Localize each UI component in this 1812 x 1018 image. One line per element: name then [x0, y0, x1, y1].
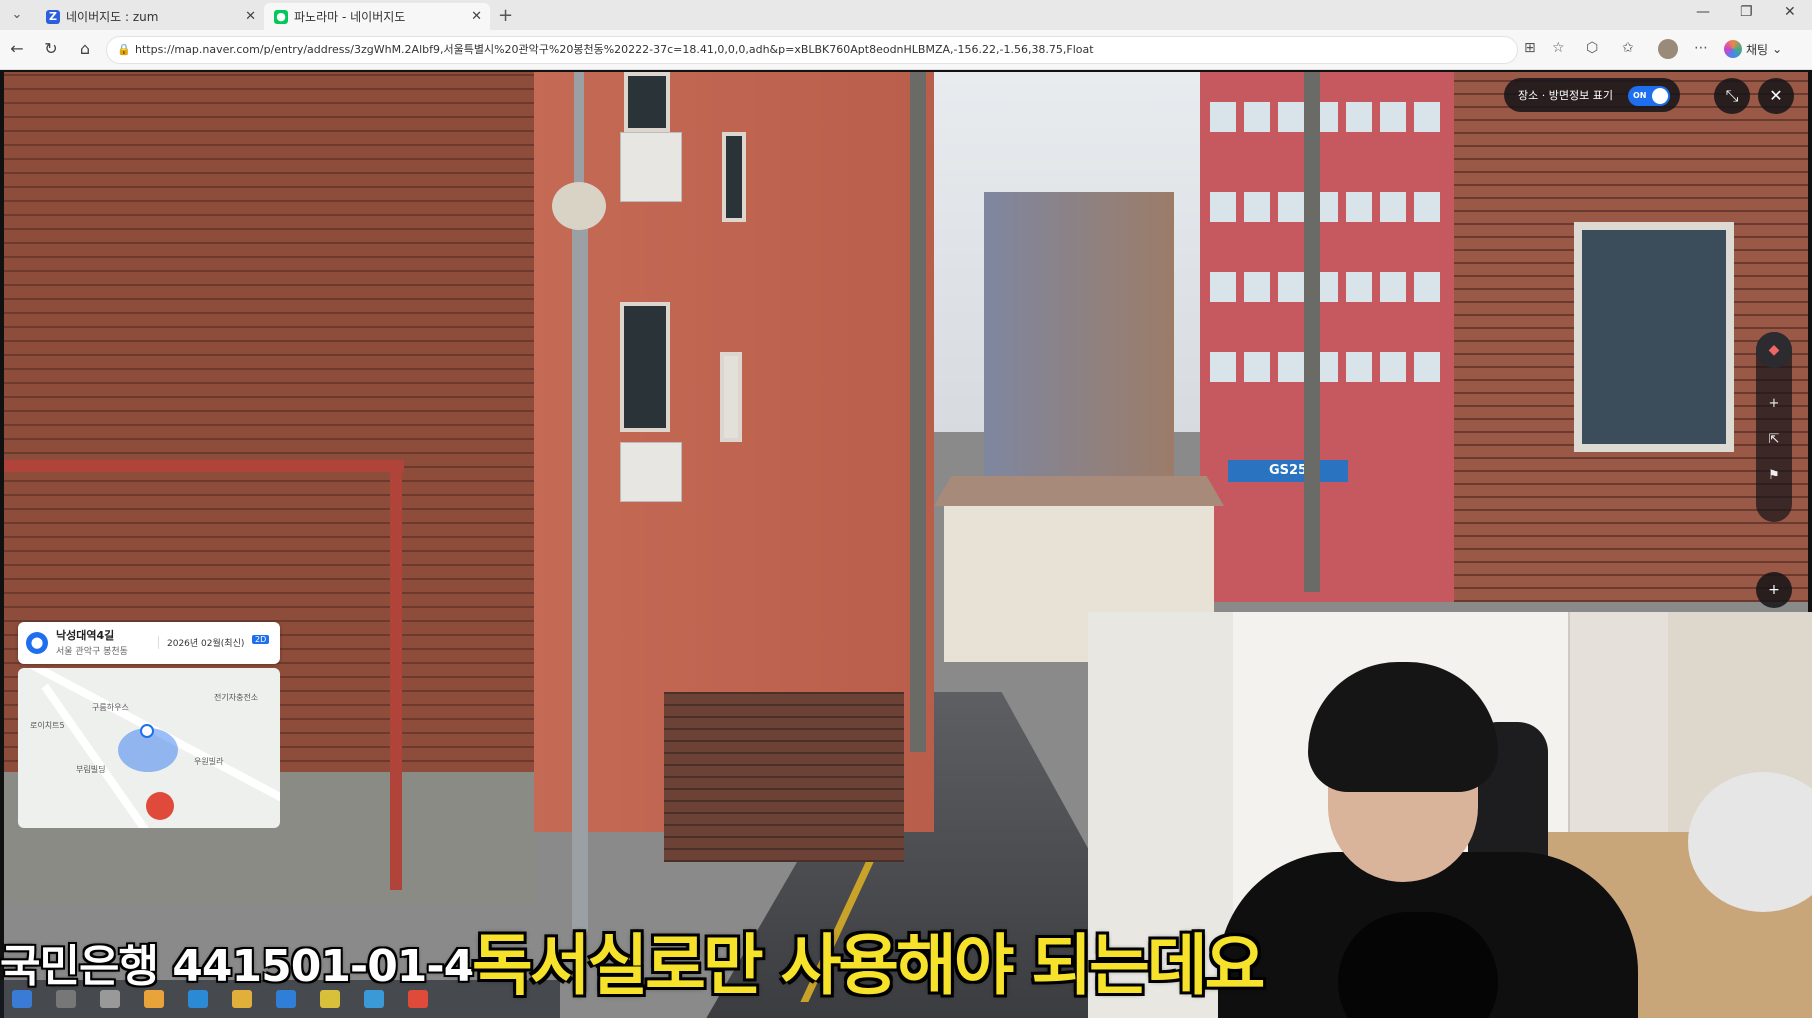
- copilot-button[interactable]: 채팅 ⌄: [1724, 38, 1782, 60]
- toggle-label: 장소 · 방면정보 표기: [1518, 89, 1613, 102]
- place-address: 서울 관악구 봉천동: [56, 647, 128, 657]
- place-info-card[interactable]: ⬤ 낙성대역4길 서울 관악구 봉천동 2026년 02월(최신) 2D: [18, 622, 280, 664]
- window-row: [1210, 192, 1440, 222]
- window: [1574, 222, 1734, 452]
- window: [624, 72, 670, 132]
- map-pin-icon: ●: [274, 9, 288, 24]
- home-icon[interactable]: ⌂: [74, 39, 96, 58]
- report-icon[interactable]: ⚑: [1756, 468, 1792, 483]
- lock-icon[interactable]: 🔒: [117, 37, 131, 63]
- back-icon[interactable]: ←: [6, 39, 28, 58]
- copilot-label: 채팅: [1746, 42, 1769, 57]
- current-position-icon: [140, 724, 154, 738]
- favorites-icon[interactable]: ✩: [1622, 40, 1634, 56]
- map-poi: 우원빌라: [194, 757, 224, 766]
- destination-marker-icon: [146, 792, 174, 820]
- gas-pipe: [4, 460, 404, 472]
- tab-panorama[interactable]: ● 파노라마 - 네이버지도 ✕: [264, 3, 490, 30]
- compass-icon[interactable]: ◆: [1756, 332, 1792, 368]
- zoom-in-icon[interactable]: +: [1756, 396, 1792, 411]
- restore-icon[interactable]: ❐: [1740, 4, 1753, 20]
- utility-pole: [1304, 72, 1320, 592]
- reload-icon[interactable]: ↻: [40, 39, 62, 58]
- map-poi: 전기자충전소: [214, 693, 259, 702]
- avatar[interactable]: [1658, 39, 1678, 59]
- lamp-post: [572, 212, 588, 932]
- map-poi: 로이치트5: [30, 721, 65, 730]
- share-icon[interactable]: ⇱: [1756, 432, 1792, 447]
- map-poi: 부림빌딩: [76, 765, 106, 774]
- extensions-icon[interactable]: ⬡: [1586, 40, 1598, 56]
- app-icon[interactable]: ⊞: [1524, 40, 1536, 56]
- store-sign: GS25: [1228, 460, 1348, 482]
- window-row: [1210, 352, 1440, 382]
- address-toolbar: ← ↻ ⌂ 🔒 https://map.naver.com/p/entry/ad…: [0, 30, 1812, 70]
- copilot-icon: [1724, 40, 1742, 58]
- url-text: https://map.naver.com/p/entry/address/3z…: [135, 43, 1094, 56]
- window-row: [1210, 102, 1440, 132]
- air-conditioner: [620, 132, 682, 202]
- roof: [934, 476, 1224, 506]
- window: [722, 132, 746, 222]
- toggle-switch[interactable]: ON: [1628, 86, 1670, 106]
- air-conditioner: [620, 442, 682, 502]
- zum-icon: Z: [46, 9, 60, 24]
- background-building: [984, 192, 1174, 522]
- new-tab-button[interactable]: +: [498, 5, 513, 26]
- tab-zum-map[interactable]: Z 네이버지도 : zum ✕: [36, 3, 264, 30]
- street-lamp: [552, 182, 606, 230]
- door: [1568, 612, 1668, 842]
- utility-pole: [910, 72, 926, 752]
- brick-low-wall: [664, 692, 904, 862]
- red-building: [1200, 72, 1454, 602]
- tab-label: 네이버지도 : zum: [66, 10, 159, 24]
- url-field[interactable]: 🔒 https://map.naver.com/p/entry/address/…: [106, 36, 1518, 64]
- close-window-icon[interactable]: ✕: [1784, 4, 1796, 20]
- minimap[interactable]: 구름하우스 전기자충전소 로이치트5 우원빌라 부림빌딩: [18, 668, 280, 828]
- chevron-down-icon: ⌄: [1772, 42, 1783, 56]
- close-icon[interactable]: ✕: [471, 9, 482, 24]
- window: [620, 302, 670, 432]
- more-icon[interactable]: ⋯: [1694, 40, 1708, 56]
- tab-bar: ⌄ Z 네이버지도 : zum ✕ ● 파노라마 - 네이버지도 ✕ + — ❐…: [0, 0, 1812, 30]
- minimize-icon[interactable]: —: [1696, 4, 1710, 20]
- close-icon[interactable]: ✕: [1758, 78, 1794, 114]
- map-poi: 구름하우스: [92, 703, 129, 712]
- window-row: [1210, 272, 1440, 302]
- date-badge: 2D: [252, 635, 270, 644]
- account-subtitle: 국민은행 441501-01-4: [0, 941, 474, 992]
- person-hair: [1308, 662, 1498, 792]
- view-controls: ◆ + ⇱ ⚑: [1756, 332, 1792, 522]
- favorite-star-icon[interactable]: ☆: [1552, 40, 1565, 56]
- map-pin-icon: ⬤: [26, 632, 48, 654]
- main-subtitle: 독서실로만 사용해야 되는데요: [472, 927, 1265, 1004]
- place-name: 낙성대역4길: [56, 629, 115, 642]
- collapse-icon[interactable]: ⤡: [1714, 78, 1750, 114]
- close-icon[interactable]: ✕: [245, 9, 256, 24]
- tab-label: 파노라마 - 네이버지도: [294, 10, 406, 24]
- zoom-icon[interactable]: +: [1756, 572, 1792, 608]
- window: [720, 352, 742, 442]
- capture-date-select[interactable]: 2026년 02월(최신): [158, 636, 244, 649]
- place-info-toggle[interactable]: 장소 · 방면정보 표기 ON: [1504, 78, 1680, 112]
- tab-list-icon[interactable]: ⌄: [6, 5, 28, 25]
- gas-pipe: [390, 460, 402, 890]
